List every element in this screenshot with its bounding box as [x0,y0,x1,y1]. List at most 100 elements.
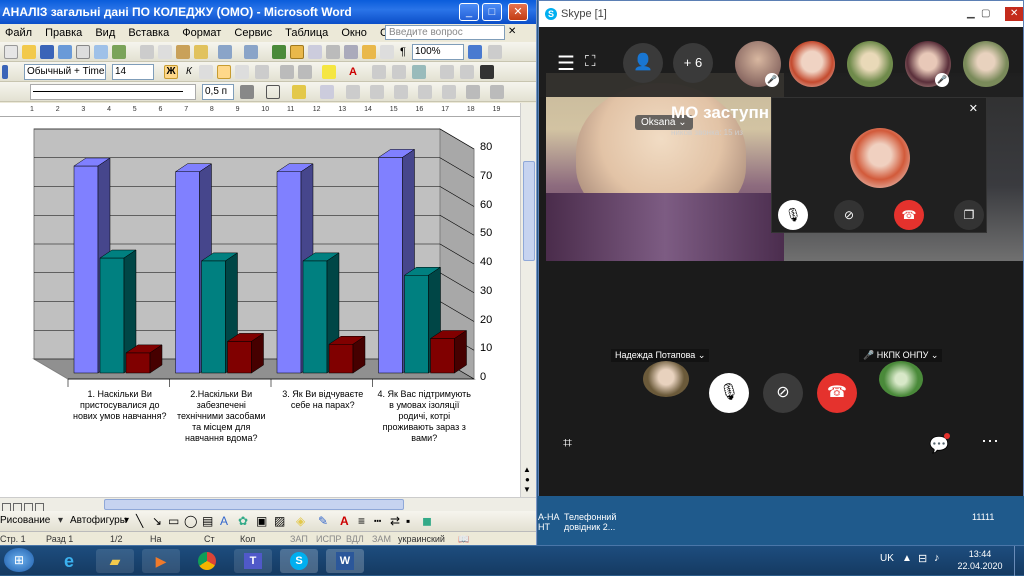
read-icon[interactable] [488,45,502,59]
word-title-bar[interactable]: АНАЛІЗ загальні дані ПО КОЛЕДЖУ (ОМО) - … [0,0,536,24]
menu-hamburger-icon[interactable]: ☰ [557,51,575,76]
align-center-icon[interactable] [217,65,231,79]
menu-window[interactable]: Окно [336,24,372,42]
drawing-icon[interactable] [362,45,376,59]
document-page[interactable]: 80 70 60 50 40 30 20 10 0 1. Наскільки Ви пристос… [0,117,520,497]
desktop-label-4[interactable]: довідник 2... [564,522,615,532]
borders-icon[interactable] [266,85,280,99]
font-color-icon[interactable]: A [346,65,360,79]
horizontal-scroll-thumb[interactable] [104,499,404,510]
arrow-icon[interactable]: ↘ [152,511,162,531]
maximize-button[interactable]: □ [482,3,502,21]
menu-edit[interactable]: Правка [40,24,87,42]
bold-button[interactable]: Ж [164,65,178,79]
picture-icon[interactable]: ▨ [274,511,285,531]
3d-icon[interactable]: ◼ [422,511,432,531]
popup-video-off-button[interactable]: ⊘ [834,200,864,230]
view-buttons[interactable] [2,499,52,512]
split-icon[interactable] [370,85,384,99]
print-icon[interactable] [76,45,90,59]
browse-object-icon[interactable]: ● [525,475,530,484]
fill-color-icon[interactable]: ◈ [296,511,305,531]
tb-misc3-icon[interactable] [412,65,426,79]
taskbar-media[interactable]: ▶ [142,549,180,573]
status-trk[interactable]: ИСПР [316,532,341,545]
start-button[interactable]: ⊞ [4,548,34,572]
rectangle-icon[interactable]: ▭ [168,511,179,531]
screen-layout-icon[interactable]: ⛶ [585,53,596,70]
taskbar-word[interactable]: W [326,549,364,573]
skype-close-button[interactable]: ✕ [1005,7,1023,21]
line-color-icon[interactable]: ✎ [318,511,328,531]
font-size-combo[interactable]: 14 [112,64,154,80]
line-spacing-icon[interactable] [255,65,269,79]
autoshapes-menu[interactable]: Автофигуры [70,511,127,531]
hyperlink-icon[interactable] [272,45,286,59]
distribute-icon[interactable] [418,85,432,99]
insert-table-icon[interactable] [308,45,322,59]
vertical-scrollbar[interactable]: ▲ ● ▼ [520,103,536,498]
clock-date[interactable]: 22.04.2020 [952,561,1008,571]
oval-icon[interactable]: ◯ [184,511,197,531]
ask-question-input[interactable]: Введите вопрос [385,25,505,40]
menu-file[interactable]: Файл [0,24,37,42]
tb-misc6-icon[interactable] [480,65,494,79]
vertical-scroll-thumb[interactable] [523,161,535,261]
video-off-button[interactable]: ⊘ [763,373,803,413]
snapshot-icon[interactable]: ⌗ [563,435,572,453]
merge-icon[interactable] [346,85,360,99]
menu-insert[interactable]: Вставка [123,24,174,42]
copy-icon[interactable] [158,45,172,59]
popup-mic-button[interactable]: 🎙 [778,200,808,230]
arrow-style-icon[interactable]: ⇄ [390,511,400,531]
skype-title-bar[interactable]: S Skype [1] ▁ ▢ ✕ [539,1,1023,27]
mini-call-popup[interactable]: ✕ 🎙 ⊘ ☎ ❐ [771,97,987,233]
show-desktop-button[interactable] [1014,546,1024,576]
participant-thumb-2[interactable] [789,41,835,87]
tb-misc4-icon[interactable] [440,65,454,79]
diagram-icon[interactable]: ✿ [238,511,248,531]
more-options-icon[interactable]: ⋯ [981,431,999,452]
next-page-icon[interactable]: ▼ [523,485,531,494]
open-icon[interactable] [22,45,36,59]
columns-icon[interactable] [344,45,358,59]
new-icon[interactable] [4,45,18,59]
border-color-icon[interactable] [240,85,254,99]
help-icon[interactable] [468,45,482,59]
language-indicator[interactable]: UK [880,553,894,564]
preview-icon[interactable] [94,45,108,59]
taskbar-explorer[interactable]: ▰ [96,549,134,573]
numbering-icon[interactable] [280,65,294,79]
zoom-combo[interactable]: 100% [412,44,464,60]
tray-volume-icon[interactable]: ♪ [934,552,940,564]
taskbar-chrome[interactable] [188,549,226,573]
minimize-button[interactable]: _ [459,3,479,21]
align-right-icon[interactable] [235,65,249,79]
textbox-icon[interactable]: ▤ [202,511,213,531]
spelling-icon[interactable] [112,45,126,59]
taskbar-skype[interactable]: S [280,549,318,573]
tables-borders-icon[interactable] [290,45,304,59]
ruler[interactable]: 1 2 3 4 5 6 7 8 9 10 11 12 13 14 15 16 17 18 19 [0,103,520,117]
skype-minimize-button[interactable]: ▁ [967,1,975,27]
popup-close-icon[interactable]: ✕ [969,102,978,115]
redo-icon[interactable] [244,45,258,59]
tray-network-icon[interactable]: ⊟ [918,552,927,565]
taskbar-ie[interactable]: e [50,549,88,573]
tb-misc5-icon[interactable] [460,65,474,79]
status-ovr[interactable]: ЗАМ [372,532,391,545]
dash-style-icon[interactable]: ┅ [374,511,381,531]
insert-excel-icon[interactable] [326,45,340,59]
line-icon[interactable]: ╲ [136,511,143,531]
hangup-button[interactable]: ☎ [817,373,857,413]
participant-tag-left[interactable]: Надежда Потапова ⌄ [611,349,710,362]
clock-time[interactable]: 13:44 [952,549,1008,559]
add-participant-button[interactable]: 👤 [623,43,663,83]
prev-page-icon[interactable]: ▲ [523,465,531,474]
close-button[interactable]: ✕ [508,3,528,21]
align-left-icon[interactable] [199,65,213,79]
paste-icon[interactable] [176,45,190,59]
menu-view[interactable]: Вид [90,24,120,42]
wordart-icon[interactable]: A [220,511,228,531]
participant-thumb-3[interactable] [847,41,893,87]
